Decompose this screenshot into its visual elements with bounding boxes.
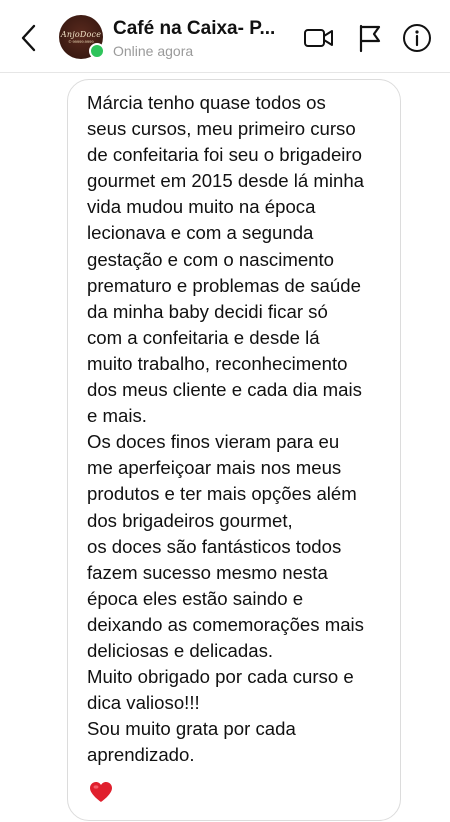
back-button[interactable] [14, 20, 42, 56]
video-camera-icon [304, 29, 333, 47]
online-indicator [89, 43, 105, 59]
avatar-brand-sub: © 99999.9999 [68, 39, 94, 44]
flag-icon [359, 24, 381, 53]
chat-screen: AnjoDoce © 99999.9999 Café na Caixa- P..… [0, 0, 450, 822]
chat-title[interactable]: Café na Caixa- P... [113, 18, 293, 40]
info-button[interactable] [400, 22, 434, 54]
message-text: Márcia tenho quase todos os seus cursos,… [87, 92, 365, 766]
chat-header: AnjoDoce © 99999.9999 Café na Caixa- P..… [0, 0, 450, 73]
avatar[interactable]: AnjoDoce © 99999.9999 [59, 15, 105, 59]
info-icon [403, 24, 431, 52]
chevron-left-icon [21, 24, 36, 52]
heart-emoji-icon [90, 782, 112, 802]
message-bubble[interactable]: Márcia tenho quase todos os seus cursos,… [67, 79, 401, 821]
online-status: Online agora [113, 43, 194, 59]
video-call-button[interactable] [302, 22, 336, 54]
report-button[interactable] [353, 22, 387, 54]
avatar-brand-logo: AnjoDoce [60, 30, 102, 39]
